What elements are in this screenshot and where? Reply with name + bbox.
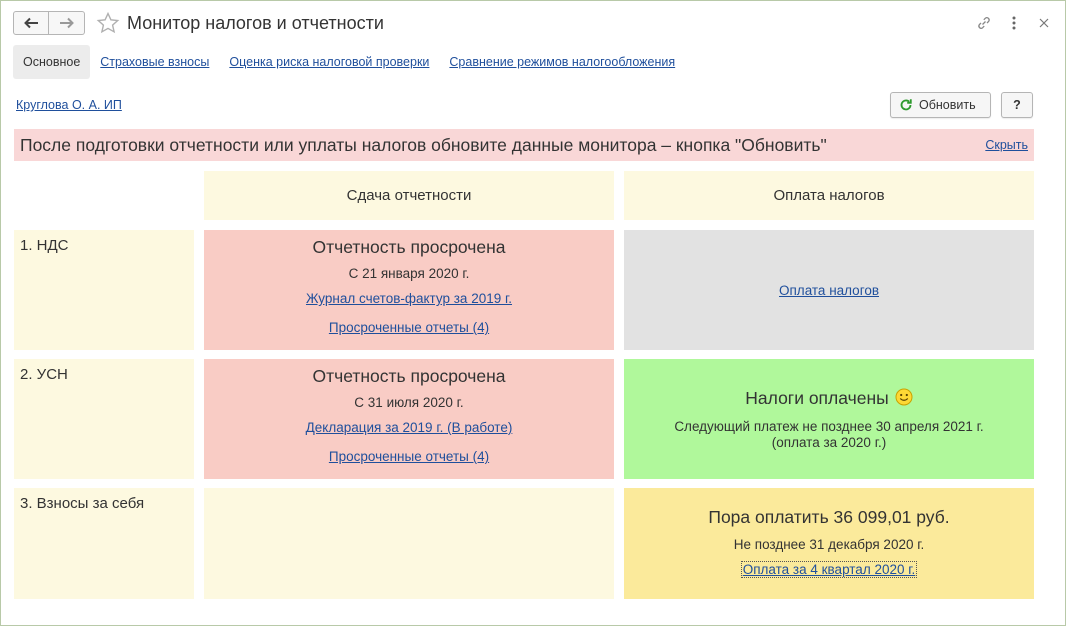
banner-text: После подготовки отчетности или уплаты н…: [20, 134, 827, 155]
row-label-usn: 2. УСН: [14, 359, 194, 479]
usn-payment-status: Налоги оплачены: [745, 388, 889, 408]
vat-invoice-journal-link[interactable]: Журнал счетов-фактур за 2019 г.: [306, 291, 512, 306]
tab-regime-compare[interactable]: Сравнение режимов налогообложения: [439, 45, 685, 79]
info-banner: После подготовки отчетности или уплаты н…: [14, 129, 1034, 161]
column-header-payment: Оплата налогов: [624, 171, 1034, 220]
row-label-own-contributions: 3. Взносы за себя: [14, 488, 194, 599]
hide-banner-link[interactable]: Скрыть: [985, 138, 1028, 152]
title-actions: [975, 14, 1053, 32]
usn-reporting-cell: Отчетность просрочена С 31 июля 2020 г. …: [204, 359, 614, 479]
arrow-left-icon: [24, 17, 38, 29]
vat-overdue-reports-link[interactable]: Просроченные отчеты (4): [329, 320, 489, 335]
usn-reporting-date: С 31 июля 2020 г.: [354, 395, 464, 410]
back-button[interactable]: [13, 11, 49, 35]
more-menu-icon[interactable]: [1005, 14, 1023, 32]
close-icon[interactable]: [1035, 14, 1053, 32]
window-title: Монитор налогов и отчетности: [127, 12, 384, 33]
usn-payment-cell: Налоги оплачены Следующий платеж не позд…: [624, 359, 1034, 479]
refresh-button[interactable]: Обновить: [890, 92, 991, 118]
usn-reporting-status: Отчетность просрочена: [312, 366, 506, 386]
arrow-right-icon: [59, 17, 74, 29]
forward-button[interactable]: [49, 11, 85, 35]
contributions-due-date: Не позднее 31 декабря 2020 г.: [733, 537, 925, 552]
link-icon[interactable]: [975, 14, 993, 32]
vat-payment-cell: Оплата налогов: [624, 230, 1034, 350]
contributions-pay-q4-link[interactable]: Оплата за 4 квартал 2020 г.: [740, 561, 918, 578]
refresh-icon: [900, 99, 912, 111]
row-label-vat: 1. НДС: [14, 230, 194, 350]
favorite-star-button[interactable]: [95, 10, 121, 36]
vat-pay-taxes-link[interactable]: Оплата налогов: [779, 283, 879, 298]
tab-audit-risk[interactable]: Оценка риска налоговой проверки: [219, 45, 439, 79]
contributions-reporting-cell: [204, 488, 614, 599]
vat-reporting-status: Отчетность просрочена: [312, 237, 506, 257]
nav-buttons: [13, 11, 85, 35]
vat-reporting-date: С 21 января 2020 г.: [348, 266, 470, 281]
organization-link[interactable]: Круглова О. А. ИП: [16, 98, 122, 112]
star-icon: [96, 11, 120, 34]
usn-overdue-reports-link[interactable]: Просроченные отчеты (4): [329, 449, 489, 464]
usn-next-payment-period: (оплата за 2020 г.): [771, 435, 887, 450]
contributions-due-amount: Пора оплатить 36 099,01 руб.: [708, 507, 950, 527]
usn-declaration-link[interactable]: Декларация за 2019 г. (В работе): [306, 420, 513, 435]
smiley-icon: [895, 388, 913, 406]
usn-payment-status-line: Налоги оплачены: [745, 388, 913, 409]
tab-main[interactable]: Основное: [13, 45, 91, 79]
tab-bar: Основное Страховые взносы Оценка риска н…: [13, 45, 685, 79]
vat-reporting-cell: Отчетность просрочена С 21 января 2020 г…: [204, 230, 614, 350]
toolbar: Обновить ?: [890, 92, 1033, 118]
contributions-payment-cell: Пора оплатить 36 099,01 руб. Не позднее …: [624, 488, 1034, 599]
refresh-label: Обновить: [919, 98, 976, 112]
usn-next-payment-note: Следующий платеж не позднее 30 апреля 20…: [674, 419, 984, 434]
help-button[interactable]: ?: [1001, 92, 1033, 118]
column-header-reporting: Сдача отчетности: [204, 171, 614, 220]
title-bar: Монитор налогов и отчетности: [13, 9, 1053, 37]
tab-insurance[interactable]: Страховые взносы: [90, 45, 219, 79]
